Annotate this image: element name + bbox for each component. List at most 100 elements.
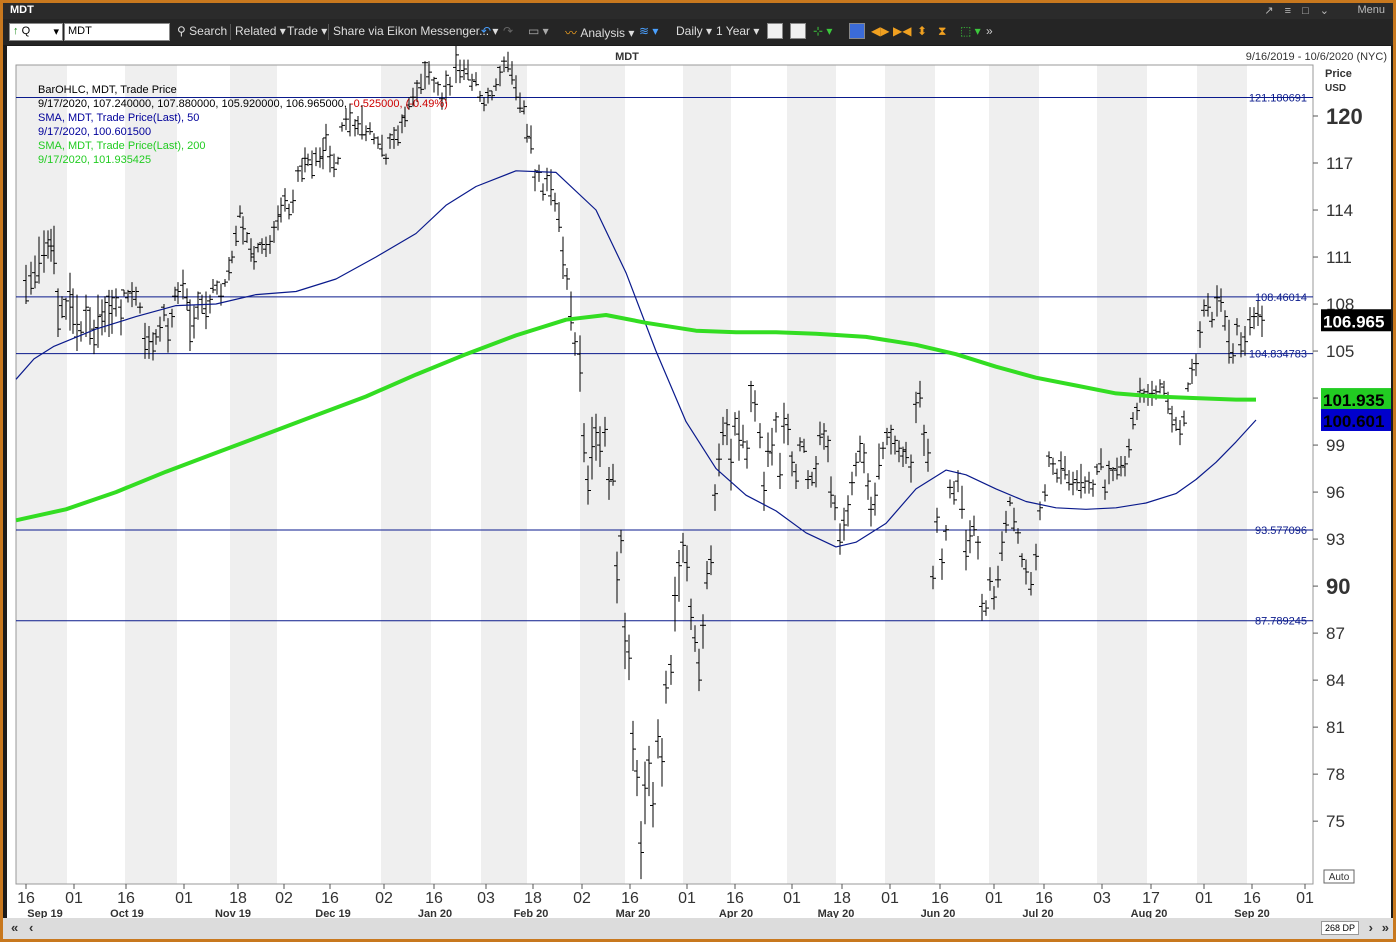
hourglass-icon[interactable]: ⧗ (938, 24, 946, 39)
search-button[interactable]: ⚲ Search (177, 24, 227, 38)
ohlc-bar (572, 332, 578, 356)
x-month-label: Aug 20 (1131, 908, 1168, 918)
price-tag-label: 101.935 (1323, 391, 1384, 410)
x-tick-label: 16 (931, 890, 949, 907)
ohlc-bar (83, 294, 89, 337)
ohlc-bar (528, 125, 534, 154)
more-icon[interactable]: » (986, 24, 993, 38)
x-tick-label: 16 (1035, 890, 1053, 907)
interval-menu[interactable]: Daily ▾ (676, 24, 712, 38)
ohlc-bar (431, 76, 437, 93)
share-label: Share via Eikon Messenger... (333, 24, 490, 38)
ohlc-bar (1070, 471, 1076, 496)
x-month-label: Apr 20 (719, 908, 753, 918)
ohlc-bar (663, 670, 669, 704)
ohlc-bar (748, 380, 754, 413)
scroll-last-icon[interactable]: » (1382, 920, 1389, 935)
ohlc-bar (963, 529, 969, 571)
x-tick-label: 01 (1195, 890, 1213, 907)
menu-button[interactable]: Menu (1357, 4, 1385, 16)
y-tick-label: 120 (1326, 104, 1363, 129)
ohlc-bar (668, 655, 674, 685)
price-tag-label: 100.601 (1323, 412, 1384, 431)
y-tick-label: 117 (1326, 154, 1353, 173)
line-chart-icon[interactable] (767, 23, 783, 39)
up-arrow-icon: ↑ (13, 25, 19, 37)
related-menu[interactable]: Related ▾ (235, 24, 286, 38)
x-tick-label: 02 (275, 890, 293, 907)
select-icon[interactable]: ⬚ ▾ (960, 24, 981, 38)
chart-area[interactable]: 121.180691 108.46014 104.834783 93.577096 87… (7, 46, 1391, 918)
toolbar-divider (328, 24, 329, 40)
ohlc-bar (849, 471, 855, 496)
ohlc-bar (313, 147, 319, 167)
ohlc-bar (1046, 451, 1052, 468)
scroll-left-icon[interactable]: ◀▶ (871, 24, 889, 38)
ohlc-bar (740, 424, 746, 449)
range-menu[interactable]: 1 Year ▾ (716, 24, 759, 38)
title-bar: MDT ↗ ≡ □ ⌄ Menu (3, 3, 1393, 19)
ohlc-bar (676, 550, 682, 602)
window-controls[interactable]: ↗ ≡ □ ⌄ (1264, 4, 1333, 17)
ohlc-bar (560, 236, 566, 279)
scroll-first-icon[interactable]: « (11, 920, 18, 935)
crosshair-icon[interactable]: ⊹ ▾ (813, 24, 832, 38)
zoom-vertical-icon[interactable]: ⬍ (917, 24, 927, 38)
x-tick-label: 01 (1296, 890, 1314, 907)
ohlc-bar (642, 761, 648, 825)
scroll-prev-icon[interactable]: ‹ (29, 920, 33, 935)
legend-entry: 9/17/2020, 101.935425 (38, 154, 151, 166)
x-month-label: Feb 20 (514, 908, 549, 918)
last-price-tag: 106.965 (1321, 309, 1391, 332)
ohlc-bar (113, 288, 119, 317)
compare-chart-icon[interactable] (790, 23, 806, 39)
interval-label: Daily (676, 24, 703, 38)
x-month-label: Sep 19 (27, 908, 62, 918)
x-tick-label: 16 (621, 890, 639, 907)
month-stripe (230, 65, 277, 884)
ric-input[interactable]: MDT (64, 23, 170, 41)
ohlc-bar (184, 288, 190, 311)
ohlc-bar (91, 319, 97, 355)
undo-icon[interactable]: ↶ (481, 24, 491, 38)
x-month-label: Jun 20 (921, 908, 956, 918)
ohlc-bar (564, 267, 570, 290)
sma-200-line (15, 313, 1256, 523)
sma-50-line (15, 170, 1257, 548)
ohlc-bar (837, 523, 843, 555)
ohlc-bar (302, 147, 308, 173)
analysis-icon: 〰 (565, 26, 578, 40)
month-stripe (125, 65, 177, 884)
scroll-next-icon[interactable]: › (1369, 920, 1373, 935)
ohlc-bar (967, 520, 973, 554)
ohlc-bar (868, 496, 874, 527)
x-tick-label: 01 (985, 890, 1003, 907)
ohlc-bar (352, 119, 358, 137)
analysis-menu[interactable]: 〰 Analysis ▾ (565, 24, 634, 41)
quote-selector[interactable]: ↑ Q ▾ (9, 23, 63, 41)
wave-icon[interactable]: ≋ ▾ (639, 24, 658, 38)
ohlc-bar (67, 272, 73, 331)
trade-menu[interactable]: Trade ▾ (287, 24, 327, 38)
ohlc-bar (1181, 410, 1187, 427)
redo-icon[interactable]: ↷ (503, 24, 513, 38)
table-icon[interactable] (849, 23, 865, 39)
ohlc-bar (286, 203, 292, 220)
quote-prefix: Q (21, 25, 31, 37)
share-menu[interactable]: Share via Eikon Messenger... ▾ (333, 24, 498, 38)
y-tick-label: 93 (1326, 530, 1345, 549)
ohlc-bar (971, 515, 977, 536)
x-month-label: Jul 20 (1022, 908, 1053, 918)
ohlc-bar (214, 280, 220, 295)
ohlc-bar (299, 158, 305, 182)
ohlc-bar (278, 197, 284, 223)
ohlc-bar (1058, 451, 1064, 485)
ohlc-bar (777, 452, 783, 489)
ohlc-bar (672, 576, 678, 632)
y-tick-label: 90 (1326, 574, 1350, 599)
month-stripe (1197, 65, 1247, 884)
folder-icon[interactable]: ▭ ▾ (528, 24, 549, 38)
scroll-end-icon[interactable]: ▶◀ (893, 24, 911, 38)
y-axis-title: Price (1325, 68, 1352, 80)
ohlc-bar (548, 169, 554, 206)
